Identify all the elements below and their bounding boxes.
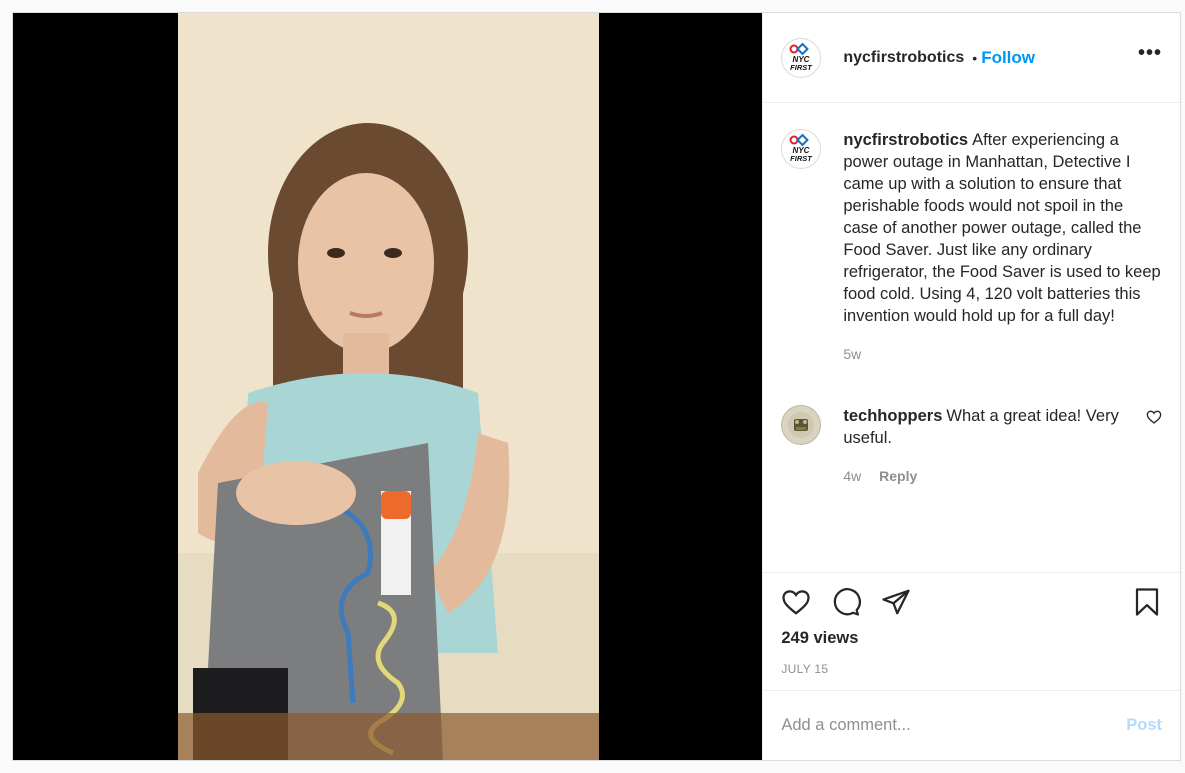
post-comment-button[interactable]: Post bbox=[1126, 716, 1162, 735]
comment-username[interactable]: techhoppers bbox=[843, 407, 942, 425]
techhoppers-logo bbox=[788, 412, 815, 438]
caption-timestamp[interactable]: 5w bbox=[843, 346, 861, 362]
share-icon[interactable] bbox=[881, 587, 911, 617]
caption-text: After experiencing a power outage in Man… bbox=[843, 131, 1161, 325]
comment-icon[interactable] bbox=[831, 587, 862, 617]
caption-username[interactable]: nycfirstrobotics bbox=[843, 131, 968, 149]
comment-timestamp[interactable]: 4w bbox=[843, 468, 861, 484]
media-area[interactable] bbox=[13, 13, 763, 760]
video-frame-illustration bbox=[178, 13, 599, 760]
avatar[interactable]: NYC FIRST bbox=[781, 37, 822, 78]
svg-text:FIRST: FIRST bbox=[791, 63, 814, 72]
caption: NYC FIRST nycfirstrobotics After experien… bbox=[781, 129, 1162, 365]
nyc-first-logo: NYC FIRST bbox=[789, 42, 814, 72]
header-separator: • bbox=[972, 49, 978, 66]
bookmark-icon[interactable] bbox=[1132, 587, 1162, 617]
post-video[interactable] bbox=[178, 13, 599, 760]
comments-section[interactable]: NYC FIRST nycfirstrobotics After experien… bbox=[763, 103, 1180, 572]
header-username[interactable]: nycfirstrobotics bbox=[843, 49, 964, 67]
avatar[interactable] bbox=[781, 405, 822, 445]
comment-input[interactable] bbox=[781, 716, 1127, 735]
nyc-first-logo: NYC FIRST bbox=[789, 133, 814, 163]
follow-button[interactable]: Follow bbox=[981, 48, 1035, 68]
heart-icon[interactable] bbox=[781, 587, 811, 617]
post-header: NYC FIRST nycfirstrobotics • Follow ••• bbox=[763, 13, 1180, 103]
post-date: JULY 15 bbox=[781, 662, 829, 676]
list-item: techhoppers What a great idea! Very usefu… bbox=[781, 405, 1162, 487]
post-side-panel: NYC FIRST nycfirstrobotics • Follow ••• … bbox=[762, 13, 1180, 760]
post-dialog: NYC FIRST nycfirstrobotics • Follow ••• … bbox=[12, 12, 1181, 761]
svg-text:FIRST: FIRST bbox=[791, 154, 814, 163]
views-count[interactable]: 249 views bbox=[781, 629, 1162, 648]
reply-button[interactable]: Reply bbox=[879, 468, 917, 484]
add-comment-bar: Post bbox=[763, 690, 1180, 760]
post-actions: 249 views JULY 15 bbox=[763, 572, 1180, 690]
small-heart-icon[interactable] bbox=[1146, 409, 1162, 425]
more-icon[interactable]: ••• bbox=[1138, 42, 1162, 73]
avatar[interactable]: NYC FIRST bbox=[781, 129, 822, 169]
